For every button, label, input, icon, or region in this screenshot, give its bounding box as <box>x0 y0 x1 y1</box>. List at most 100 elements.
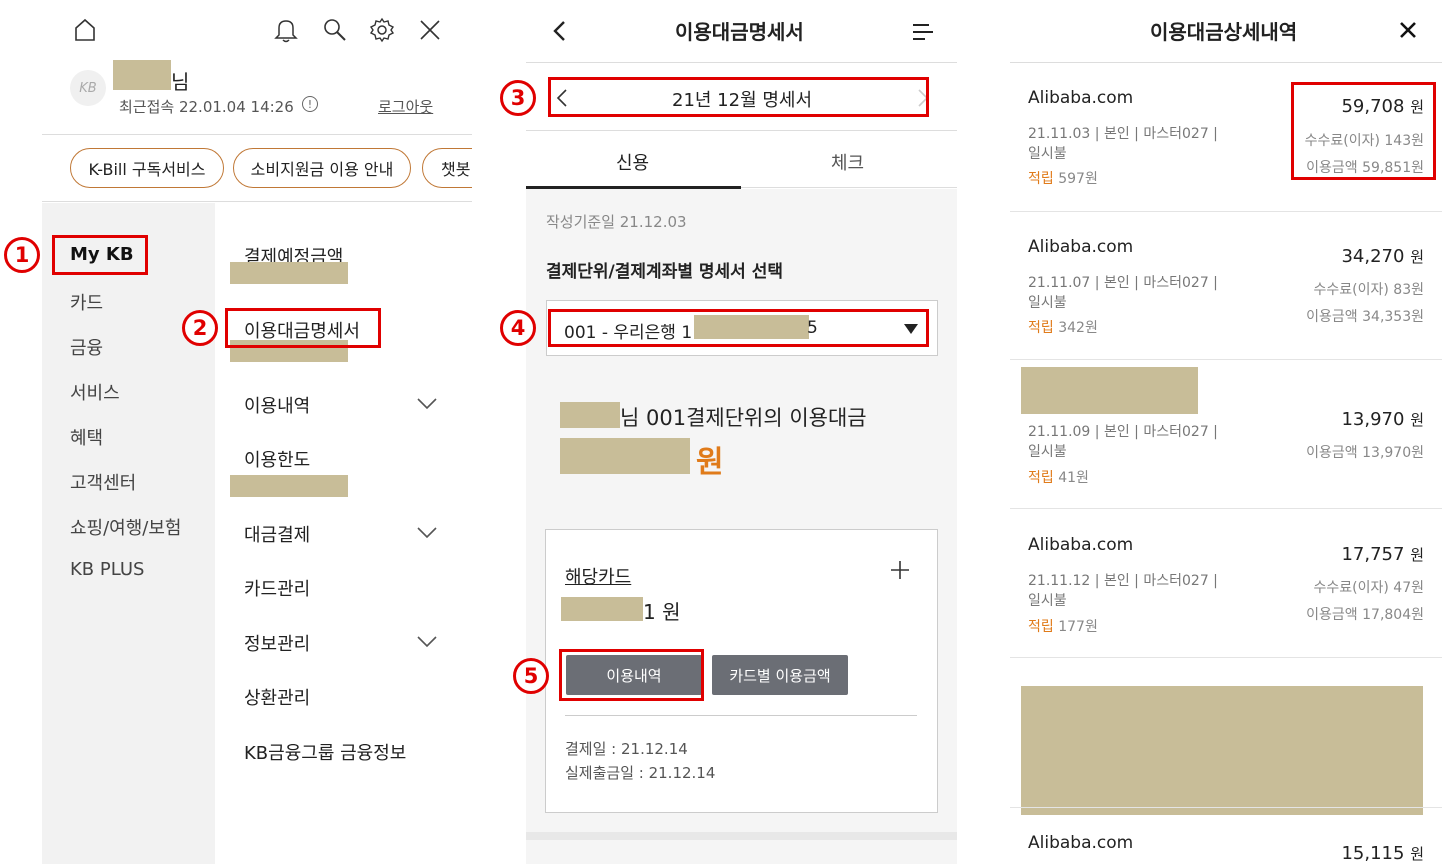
info-icon[interactable]: ! <box>302 96 318 112</box>
tab-credit[interactable]: 신용 <box>616 149 649 175</box>
redacted-amount <box>230 475 348 497</box>
nav-card[interactable]: 카드 <box>70 289 103 315</box>
avatar: KB <box>70 70 106 106</box>
item-points: 적립 342원 <box>1028 317 1098 337</box>
page-title: 이용대금명세서 <box>675 20 804 44</box>
amount-unit: 원 <box>1410 546 1424 564</box>
sub-limit[interactable]: 이용한도 <box>244 446 310 472</box>
basis-date: 작성기준일 21.12.03 <box>546 213 687 231</box>
item-plan: 일시불 <box>1028 295 1067 311</box>
item-amount: 15,115 원 <box>1341 843 1424 864</box>
nav-kbplus[interactable]: KB PLUS <box>70 559 144 580</box>
marker-4: 4 <box>500 310 536 346</box>
billing-title: 님 001결제단위의 이용대금 <box>620 406 867 430</box>
item-card: 마스터027 <box>1143 424 1209 440</box>
redacted-card-amount <box>561 597 643 621</box>
sub-payment[interactable]: 대금결제 <box>244 521 310 547</box>
nav-shopping[interactable]: 쇼핑/여행/보험 <box>70 514 182 540</box>
tab-check[interactable]: 체크 <box>831 149 864 175</box>
highlight-history-button <box>559 649 704 701</box>
user-name-suffix: 님 <box>171 70 190 94</box>
sub-kb-group-info[interactable]: KB금융그룹 금융정보 <box>244 739 406 765</box>
divider <box>565 715 917 716</box>
item-date: 21.11.12 <box>1028 573 1091 589</box>
divider <box>1010 657 1442 658</box>
divider <box>42 201 472 202</box>
item-card: 마스터027 <box>1143 126 1209 142</box>
back-icon[interactable] <box>552 20 566 42</box>
chip-chatbot[interactable]: 챗봇 <box>422 148 472 188</box>
chevron-down-icon[interactable] <box>417 398 437 410</box>
item-fee: 수수료(이자) 83원 <box>1313 282 1424 298</box>
item-owner: 본인 <box>1103 126 1130 142</box>
amount-unit: 원 <box>1410 248 1424 266</box>
card-link[interactable]: 해당카드 <box>565 563 631 589</box>
chip-subsidy[interactable]: 소비지원금 이용 안내 <box>233 148 411 188</box>
item-amount: 34,270 원 <box>1341 246 1424 267</box>
detail-title: 이용대금상세내역 <box>1150 20 1298 44</box>
pay-date: 결제일 : 21.12.14 <box>565 740 688 758</box>
redacted-item <box>1021 686 1423 815</box>
plus-icon[interactable] <box>890 560 910 580</box>
item-plan: 일시불 <box>1028 146 1067 162</box>
item-owner: 본인 <box>1103 275 1130 291</box>
nav-finance[interactable]: 금융 <box>70 334 103 360</box>
points-label: 적립 <box>1028 470 1054 486</box>
amount-value: 15,115 <box>1341 843 1405 864</box>
points-label: 적립 <box>1028 320 1054 336</box>
redacted-merchant <box>1021 367 1198 414</box>
divider <box>1010 807 1442 808</box>
sub-info-manage[interactable]: 정보관리 <box>244 630 310 656</box>
divider <box>42 134 472 135</box>
merchant-name: Alibaba.com <box>1028 237 1134 257</box>
item-amount: 17,757 원 <box>1341 544 1424 565</box>
points-value: 342원 <box>1058 320 1098 336</box>
withdraw-date: 실제출금일 : 21.12.14 <box>565 764 716 782</box>
menu-icon[interactable] <box>912 23 934 41</box>
item-plan: 일시불 <box>1028 444 1067 460</box>
sub-card-manage[interactable]: 카드관리 <box>244 575 310 601</box>
home-icon[interactable] <box>74 18 96 42</box>
item-card: 마스터027 <box>1143 573 1209 589</box>
amount-unit: 원 <box>1410 845 1424 863</box>
logout-link[interactable]: 로그아웃 <box>378 96 433 117</box>
gear-icon[interactable] <box>369 17 395 43</box>
redacted-name <box>560 402 620 428</box>
item-meta: 21.11.09 | 본인 | 마스터027 | <box>1028 424 1218 440</box>
item-points: 적립 177원 <box>1028 616 1098 636</box>
merchant-name: Alibaba.com <box>1028 88 1134 108</box>
select-label: 결제단위/결제계좌별 명세서 선택 <box>546 262 784 282</box>
highlight-month <box>548 77 929 117</box>
close-icon[interactable] <box>1399 21 1417 39</box>
item-total: 이용금액 34,353원 <box>1306 309 1424 325</box>
item-total: 이용금액 13,970원 <box>1306 445 1424 461</box>
item-date: 21.11.03 <box>1028 126 1091 142</box>
sub-repay-manage[interactable]: 상환관리 <box>244 684 310 710</box>
chevron-down-icon[interactable] <box>417 527 437 539</box>
menu-panel: KB 님 최근접속 22.01.04 14:26 ! 로그아웃 K-Bill 구… <box>42 0 472 864</box>
usage-by-card-button[interactable]: 카드별 이용금액 <box>712 655 848 695</box>
item-amount: 13,970 원 <box>1341 409 1424 430</box>
points-value: 177원 <box>1058 619 1098 635</box>
bottom-strip <box>526 832 957 840</box>
chip-kbill[interactable]: K-Bill 구독서비스 <box>70 148 224 188</box>
nav-customer-center[interactable]: 고객센터 <box>70 469 136 495</box>
item-meta: 21.11.07 | 본인 | 마스터027 | <box>1028 275 1218 291</box>
item-meta: 21.11.12 | 본인 | 마스터027 | <box>1028 573 1218 589</box>
merchant-name: Alibaba.com <box>1028 833 1134 853</box>
chevron-down-icon[interactable] <box>417 636 437 648</box>
amount-value: 34,270 <box>1341 246 1405 267</box>
redacted-username <box>113 60 171 90</box>
amount-value: 13,970 <box>1341 409 1405 430</box>
nav-service[interactable]: 서비스 <box>70 379 120 405</box>
sub-history[interactable]: 이용내역 <box>244 392 310 418</box>
bell-icon[interactable] <box>274 17 298 43</box>
item-fee: 수수료(이자) 47원 <box>1313 580 1424 596</box>
search-icon[interactable] <box>322 17 348 43</box>
close-icon[interactable] <box>419 19 441 41</box>
points-value: 597원 <box>1058 171 1098 187</box>
nav-benefit[interactable]: 혜택 <box>70 424 103 450</box>
item-date: 21.11.09 <box>1028 424 1091 440</box>
item-owner: 본인 <box>1103 573 1130 589</box>
highlight-fee-box <box>1291 82 1436 180</box>
